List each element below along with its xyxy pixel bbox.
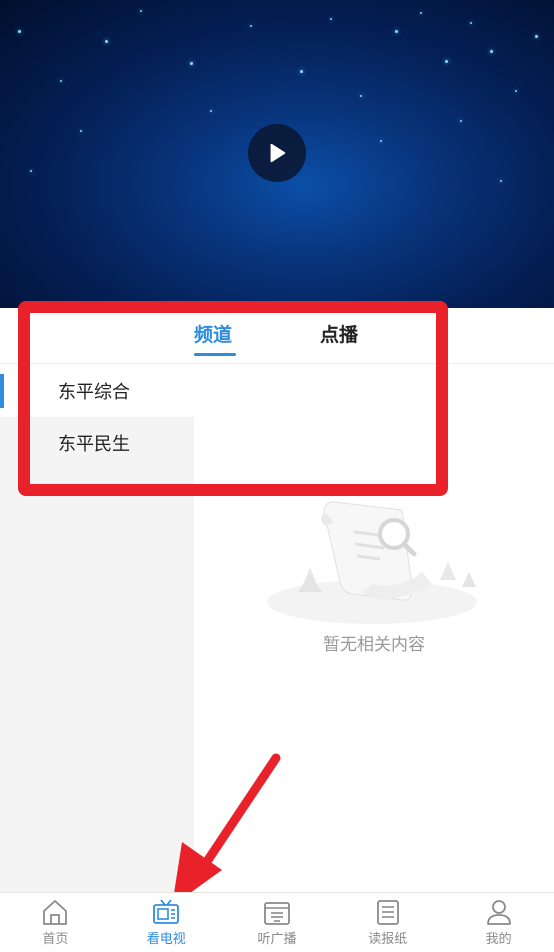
newspaper-icon	[376, 900, 399, 925]
play-icon	[270, 143, 286, 163]
nav-read-newspaper-label: 读报纸	[368, 932, 408, 947]
radio-icon	[264, 902, 290, 925]
active-tab-indicator	[194, 353, 236, 356]
nav-watch-tv-label: 看电视	[146, 932, 186, 947]
empty-state-illustration	[267, 501, 477, 624]
nav-read-newspaper[interactable]: 读报纸	[332, 893, 443, 952]
nav-home[interactable]: 首页	[0, 893, 111, 952]
nav-listen-radio[interactable]: 听广播	[222, 893, 333, 952]
selected-channel-indicator	[0, 374, 4, 408]
tab-bar: 频道 点播	[0, 308, 554, 364]
nav-listen-radio-label: 听广播	[257, 932, 297, 947]
nav-profile-label: 我的	[485, 932, 512, 947]
channel-label: 东平民生	[58, 434, 130, 455]
bottom-nav: 首页 看电视 听广播 读报纸 我的	[0, 892, 554, 952]
nav-watch-tv[interactable]: 看电视	[111, 893, 222, 952]
home-icon	[43, 900, 68, 925]
video-player[interactable]	[0, 0, 554, 308]
tab-channels[interactable]: 频道	[194, 320, 232, 347]
play-button[interactable]	[248, 124, 306, 182]
channel-item-dongping-minsheng[interactable]: 东平民生	[0, 417, 194, 469]
empty-state-text: 暂无相关内容	[323, 635, 425, 655]
channel-label: 东平综合	[58, 382, 130, 403]
nav-profile[interactable]: 我的	[443, 893, 554, 952]
channel-item-dongping-zonghe[interactable]: 东平综合	[0, 365, 194, 417]
tab-on-demand[interactable]: 点播	[320, 320, 358, 347]
user-icon	[486, 900, 511, 925]
nav-home-label: 首页	[42, 932, 69, 947]
tv-icon	[153, 899, 180, 924]
